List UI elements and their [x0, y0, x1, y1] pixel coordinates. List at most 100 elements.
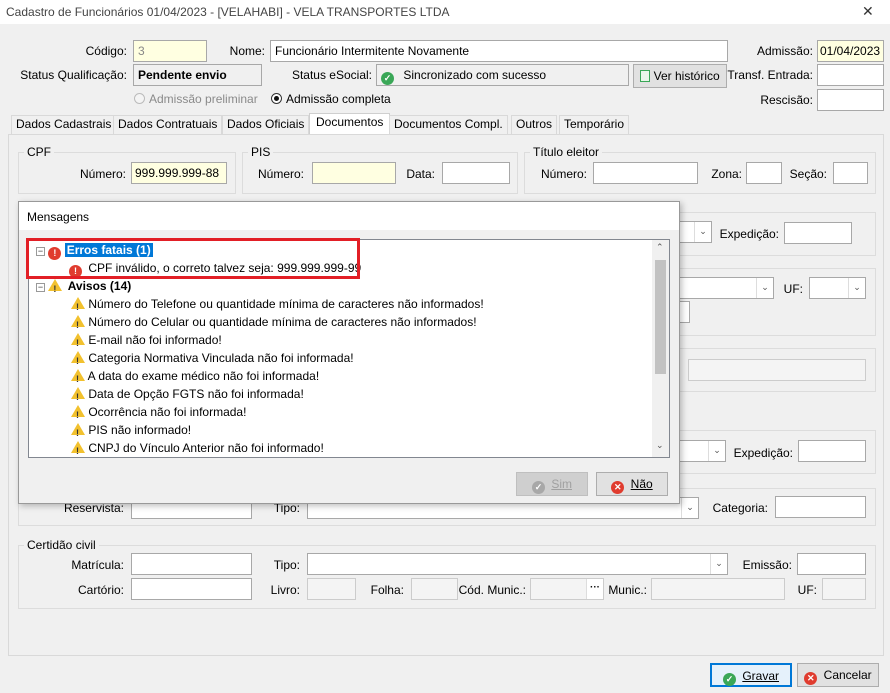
radio-preliminar-label: Admissão preliminar — [149, 92, 258, 106]
tab-documentos[interactable]: Documentos — [309, 113, 391, 135]
rne-expedicao-field[interactable] — [798, 440, 866, 462]
dialog-title: Mensagens — [27, 210, 90, 224]
status-qualif-label: Status Qualificação: — [20, 68, 127, 82]
ctps-uf-label: UF: — [783, 282, 803, 296]
aviso-item[interactable]: Número do Telefone ou quantidade mínima … — [71, 295, 484, 316]
scroll-thumb[interactable] — [655, 260, 666, 374]
title-bar: Cadastro de Funcionários 01/04/2023 - [V… — [0, 0, 890, 24]
rne-expedicao-label: Expedição: — [733, 446, 793, 460]
transf-entrada-label: Transf. Entrada: — [727, 68, 813, 82]
aviso-item[interactable]: E-mail não foi informado! — [71, 331, 222, 352]
nome-field[interactable]: Funcionário Intermitente Novamente — [270, 40, 728, 62]
matricula-field[interactable] — [131, 553, 252, 575]
secao-label: Seção: — [789, 167, 827, 181]
warning-icon — [71, 297, 85, 316]
livro-field — [307, 578, 356, 600]
pis-group-title: PIS — [248, 145, 274, 159]
emissao-label: Emissão: — [742, 558, 792, 572]
cnh-field — [688, 359, 866, 381]
livro-label: Livro: — [270, 583, 300, 597]
certidao-tipo-dropdown[interactable]: ⌄ — [307, 553, 728, 575]
secao-field[interactable] — [833, 162, 868, 184]
radio-completa-label: Admissão completa — [286, 92, 391, 106]
ok-icon: ✓ — [722, 673, 736, 686]
rg-orgao-dropdown[interactable]: ⌄ — [678, 221, 712, 243]
ver-historico-button[interactable]: Ver histórico — [633, 64, 727, 88]
rg-expedicao-field[interactable] — [784, 222, 852, 244]
rescisao-label: Rescisão: — [760, 93, 813, 107]
pis-data-field[interactable] — [442, 162, 510, 184]
emissao-field[interactable] — [797, 553, 866, 575]
cpf-group-title: CPF — [24, 145, 54, 159]
tab-dados-oficiais[interactable]: Dados Oficiais — [222, 115, 310, 134]
matricula-label: Matrícula: — [71, 558, 124, 572]
aviso-item[interactable]: Ocorrência não foi informada! — [71, 403, 246, 424]
aviso-item[interactable]: PIS não informado! — [71, 421, 191, 442]
rg-expedicao-label: Expedição: — [719, 227, 779, 241]
rescisao-field[interactable] — [817, 89, 884, 111]
codigo-label: Código: — [85, 44, 127, 58]
lookup-button[interactable]: ··· — [586, 579, 603, 599]
close-icon[interactable]: ✕ — [862, 3, 874, 19]
aviso-item[interactable]: Número do Celular ou quantidade mínima d… — [71, 313, 477, 334]
tab-dados-contratuais[interactable]: Dados Contratuais — [113, 115, 223, 134]
radio-preliminar[interactable] — [134, 93, 145, 104]
zona-field[interactable] — [746, 162, 782, 184]
warning-icon — [71, 387, 85, 406]
aviso-item[interactable]: Data de Opção FGTS não foi informada! — [71, 385, 304, 406]
ctps-dropdown[interactable]: ⌄ — [678, 277, 774, 299]
cancel-icon: ✕ — [611, 481, 625, 494]
window-title: Cadastro de Funcionários 01/04/2023 - [V… — [6, 5, 450, 19]
folha-label: Folha: — [370, 583, 404, 597]
aviso-item[interactable]: A data do exame médico não foi informada… — [71, 367, 319, 388]
codigo-field[interactable]: 3 — [133, 40, 207, 62]
admissao-label: Admissão: — [756, 44, 813, 58]
tab-temporario[interactable]: Temporário — [559, 115, 630, 134]
scroll-up-icon[interactable]: ⌃ — [656, 242, 664, 253]
warning-icon — [71, 423, 85, 442]
rne-dropdown[interactable]: ⌄ — [678, 440, 726, 462]
aviso-item[interactable]: CNPJ do Vínculo Anterior não foi informa… — [71, 439, 324, 457]
nao-button[interactable]: ✕ Não — [596, 472, 668, 496]
gravar-button[interactable]: ✓ Gravar — [710, 663, 792, 687]
status-esocial-field: ✓ Sincronizado com sucesso — [376, 64, 629, 86]
folha-field — [411, 578, 458, 600]
cpf-numero-label: Número: — [79, 167, 126, 181]
document-icon — [640, 70, 651, 82]
avisos-node[interactable]: − Avisos (14) — [36, 277, 132, 298]
aviso-item[interactable]: Categoria Normativa Vinculada não foi in… — [71, 349, 354, 370]
cod-munic-field: ··· — [530, 578, 604, 600]
ok-icon: ✓ — [531, 481, 545, 494]
avisos-header: Avisos (14) — [67, 279, 132, 293]
warning-icon — [71, 441, 85, 457]
categoria-field[interactable] — [775, 496, 866, 518]
ctps-uf-dropdown[interactable]: ⌄ — [809, 277, 866, 299]
cod-munic-label: Cód. Munic.: — [458, 583, 526, 597]
certidao-group-title: Certidão civil — [24, 538, 99, 552]
scrollbar[interactable]: ⌃ ⌄ — [652, 240, 669, 457]
warning-icon — [71, 315, 85, 334]
pis-data-label: Data: — [406, 167, 435, 181]
collapse-icon[interactable]: − — [36, 283, 45, 292]
pis-numero-field[interactable] — [312, 162, 396, 184]
titulo-numero-field[interactable] — [593, 162, 698, 184]
certidao-uf-field — [822, 578, 866, 600]
munic-field — [651, 578, 785, 600]
check-icon: ✓ — [381, 72, 394, 85]
warning-icon — [71, 333, 85, 352]
tab-documentos-compl[interactable]: Documentos Compl. — [389, 115, 508, 134]
tab-outros[interactable]: Outros — [511, 115, 558, 134]
scroll-down-icon[interactable]: ⌄ — [656, 440, 664, 451]
cancelar-button[interactable]: ✕ Cancelar — [797, 663, 879, 687]
tab-dados-cadastrais[interactable]: Dados Cadastrais — [11, 115, 117, 134]
cpf-numero-field[interactable]: 999.999.999-88 — [131, 162, 227, 184]
transf-entrada-field[interactable] — [817, 64, 884, 86]
pis-numero-label: Número: — [257, 167, 304, 181]
titulo-numero-label: Número: — [540, 167, 587, 181]
cartorio-field[interactable] — [131, 578, 252, 600]
error-callout-box — [26, 238, 360, 279]
admissao-field[interactable]: 01/04/2023 — [817, 40, 884, 62]
radio-completa[interactable] — [271, 93, 282, 104]
cartorio-label: Cartório: — [77, 583, 124, 597]
certidao-tipo-label: Tipo: — [273, 558, 300, 572]
